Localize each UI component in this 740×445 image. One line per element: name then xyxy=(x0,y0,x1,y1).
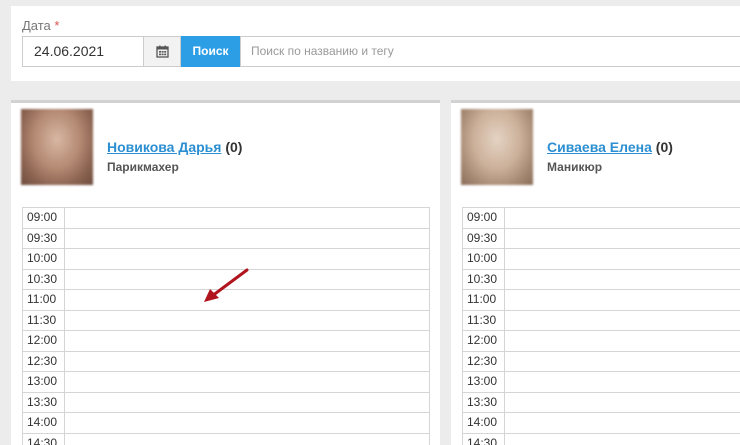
avatar xyxy=(21,109,93,185)
time-slot-row[interactable]: 09:00 xyxy=(463,208,740,229)
slot-cell[interactable] xyxy=(65,311,429,331)
slot-cell[interactable] xyxy=(65,434,429,445)
search-input[interactable]: Поиск по названию и тегу xyxy=(240,36,740,67)
time-slot-row[interactable]: 14:00 xyxy=(463,413,740,434)
slot-cell[interactable] xyxy=(65,393,429,413)
slot-time-label: 11:30 xyxy=(463,310,505,330)
slot-time-label: 09:30 xyxy=(463,228,505,248)
avatar xyxy=(461,109,533,185)
time-slots: 09:00 09:30 10:00 10:30 11:00 11:30 12:00 12:30… xyxy=(22,207,430,445)
filter-panel: Дата * 24.06.2021 Поиск Поиск по названи… xyxy=(11,6,740,81)
slot-cell[interactable] xyxy=(65,229,429,249)
slot-cell[interactable] xyxy=(505,229,740,249)
time-slot-row[interactable]: 14:00 xyxy=(23,413,429,434)
time-slot-row[interactable]: 13:30 xyxy=(23,392,429,413)
staff-name-link[interactable]: Новикова Дарья xyxy=(107,139,221,155)
slot-cell[interactable] xyxy=(65,352,429,372)
slot-cell[interactable] xyxy=(505,290,740,310)
slot-time-label: 14:00 xyxy=(463,413,505,433)
time-slot-row[interactable]: 14:30 xyxy=(23,433,429,445)
staff-name: Сиваева Елена (0) xyxy=(547,139,673,155)
time-slot-row[interactable]: 10:30 xyxy=(463,269,740,290)
time-slot-row[interactable]: 12:00 xyxy=(463,331,740,352)
time-slot-row[interactable]: 11:00 xyxy=(463,290,740,311)
booking-count: (0) xyxy=(655,139,673,155)
time-slot-row[interactable]: 12:30 xyxy=(463,351,740,372)
slot-time-label: 12:00 xyxy=(463,331,505,351)
slot-time-label: 09:00 xyxy=(463,208,505,228)
staff-role: Парикмахер xyxy=(107,160,179,174)
time-slot-row[interactable]: 11:30 xyxy=(23,310,429,331)
date-input[interactable]: 24.06.2021 xyxy=(22,36,144,67)
slot-cell[interactable] xyxy=(505,249,740,269)
slot-time-label: 11:00 xyxy=(23,290,65,310)
time-slot-row[interactable]: 13:30 xyxy=(463,392,740,413)
time-slot-row[interactable]: 09:00 xyxy=(23,208,429,229)
slot-time-label: 13:30 xyxy=(23,392,65,412)
slot-time-label: 14:00 xyxy=(23,413,65,433)
slot-cell[interactable] xyxy=(505,434,740,445)
slot-cell[interactable] xyxy=(505,270,740,290)
staff-name-link[interactable]: Сиваева Елена xyxy=(547,139,652,155)
slot-cell[interactable] xyxy=(505,352,740,372)
time-slot-row[interactable]: 14:30 xyxy=(463,433,740,445)
time-slot-row[interactable]: 13:00 xyxy=(23,372,429,393)
annotation-arrow-icon xyxy=(204,268,249,302)
time-slot-row[interactable]: 12:30 xyxy=(23,351,429,372)
slot-cell[interactable] xyxy=(65,208,429,228)
date-label: Дата * xyxy=(22,18,59,33)
date-label-text: Дата xyxy=(22,18,51,33)
slot-time-label: 10:30 xyxy=(463,269,505,289)
slot-time-label: 10:00 xyxy=(463,249,505,269)
staff-card: Сиваева Елена (0) Маникюр 09:00 09:30 10:0… xyxy=(451,100,740,445)
slot-time-label: 09:00 xyxy=(23,208,65,228)
calendar-button[interactable] xyxy=(144,36,181,67)
slot-time-label: 10:30 xyxy=(23,269,65,289)
slot-time-label: 10:00 xyxy=(23,249,65,269)
slot-cell[interactable] xyxy=(505,331,740,351)
time-slot-row[interactable]: 13:00 xyxy=(463,372,740,393)
slot-cell[interactable] xyxy=(65,413,429,433)
slot-time-label: 12:30 xyxy=(23,351,65,371)
slot-time-label: 13:00 xyxy=(23,372,65,392)
slot-cell[interactable] xyxy=(505,413,740,433)
staff-role: Маникюр xyxy=(547,160,603,174)
slot-time-label: 12:30 xyxy=(463,351,505,371)
time-slot-row[interactable]: 11:30 xyxy=(463,310,740,331)
slot-time-label: 14:30 xyxy=(463,433,505,445)
slot-cell[interactable] xyxy=(505,372,740,392)
booking-count: (0) xyxy=(225,139,243,155)
slot-time-label: 12:00 xyxy=(23,331,65,351)
time-slot-row[interactable]: 09:30 xyxy=(463,228,740,249)
slot-cell[interactable] xyxy=(505,208,740,228)
time-slot-row[interactable]: 09:30 xyxy=(23,228,429,249)
time-slot-row[interactable]: 12:00 xyxy=(23,331,429,352)
staff-name: Новикова Дарья (0) xyxy=(107,139,242,155)
slot-time-label: 14:30 xyxy=(23,433,65,445)
slot-cell[interactable] xyxy=(65,331,429,351)
required-mark: * xyxy=(54,18,60,33)
slot-time-label: 13:00 xyxy=(463,372,505,392)
search-button[interactable]: Поиск xyxy=(181,36,240,67)
slot-cell[interactable] xyxy=(505,311,740,331)
slot-cell[interactable] xyxy=(505,393,740,413)
slot-time-label: 13:30 xyxy=(463,392,505,412)
slot-time-label: 09:30 xyxy=(23,228,65,248)
slot-cell[interactable] xyxy=(65,372,429,392)
time-slot-row[interactable]: 10:00 xyxy=(463,249,740,270)
slot-time-label: 11:00 xyxy=(463,290,505,310)
calendar-icon xyxy=(155,45,169,58)
time-slots: 09:00 09:30 10:00 10:30 11:00 11:30 12:00 12:30… xyxy=(462,207,740,445)
slot-time-label: 11:30 xyxy=(23,310,65,330)
